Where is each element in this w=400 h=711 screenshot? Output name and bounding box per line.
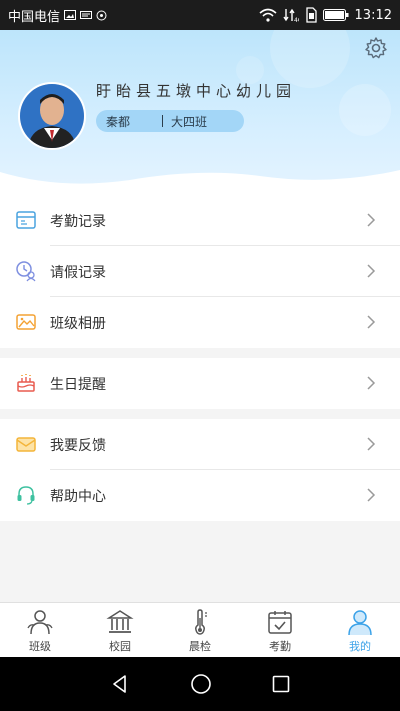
message-notification-icon	[80, 11, 93, 19]
tab-label: 考勤	[269, 640, 291, 653]
status-bar: 中国电信 4G 13:12	[0, 0, 400, 30]
menu-label: 请假记录	[50, 264, 106, 281]
chevron-right-icon	[367, 213, 376, 227]
attendance-record-icon	[16, 211, 36, 229]
svg-text:4G: 4G	[294, 17, 299, 23]
tab-label: 校园	[109, 640, 131, 653]
menu-group-records: 考勤记录 请假记录 班级相册	[0, 195, 400, 348]
leave-record-icon	[16, 261, 36, 282]
menu-label: 生日提醒	[50, 376, 106, 393]
home-icon[interactable]	[190, 673, 212, 695]
sim-icon	[305, 7, 317, 23]
menu-label: 班级相册	[50, 315, 106, 332]
menu-item-leave-record[interactable]: 请假记录	[0, 246, 400, 297]
menu-item-feedback[interactable]: 我要反馈	[0, 419, 400, 470]
tab-mine[interactable]: 我的	[320, 603, 400, 658]
clock: 13:12	[354, 7, 392, 23]
feedback-mail-icon	[16, 437, 36, 452]
chevron-right-icon	[367, 488, 376, 502]
chevron-right-icon	[367, 437, 376, 451]
help-headset-icon	[17, 486, 35, 505]
menu-group-birthday: 生日提醒	[0, 358, 400, 409]
recents-icon[interactable]	[272, 675, 290, 693]
menu-label: 帮助中心	[50, 488, 106, 505]
chevron-right-icon	[367, 376, 376, 390]
menu-item-class-album[interactable]: 班级相册	[0, 297, 400, 348]
menu-item-help-center[interactable]: 帮助中心	[0, 470, 400, 521]
tab-label: 我的	[349, 640, 371, 653]
menu-group-support: 我要反馈 帮助中心	[0, 419, 400, 521]
tab-label: 晨检	[189, 640, 211, 653]
menu-item-attendance-record[interactable]: 考勤记录	[0, 195, 400, 246]
back-icon[interactable]	[110, 674, 130, 694]
tab-label: 班级	[29, 640, 51, 653]
bottom-tab-bar: 班级 校园 晨检 考勤 我的	[0, 602, 400, 658]
menu-label: 我要反馈	[50, 437, 106, 454]
wifi-icon	[259, 8, 277, 22]
birthday-cake-icon	[17, 374, 35, 392]
menu-item-birthday-reminder[interactable]: 生日提醒	[0, 358, 400, 409]
system-navigation-bar	[0, 657, 400, 711]
app-notification-icon	[96, 10, 107, 20]
tab-attendance[interactable]: 考勤	[240, 603, 320, 658]
tab-morning-check[interactable]: 晨检	[160, 603, 240, 658]
carrier-label: 中国电信	[8, 9, 61, 25]
battery-icon	[322, 9, 349, 21]
tab-campus[interactable]: 校园	[80, 603, 160, 658]
chevron-right-icon	[367, 315, 376, 329]
photo-album-icon	[16, 314, 36, 330]
class-icon	[27, 610, 53, 635]
image-notification-icon	[64, 10, 77, 20]
data-transfer-icon: 4G	[282, 8, 299, 23]
tab-class[interactable]: 班级	[0, 603, 80, 658]
campus-icon	[106, 610, 134, 633]
calendar-check-icon	[268, 611, 292, 634]
user-profile-icon	[348, 610, 372, 636]
menu-label: 考勤记录	[50, 213, 106, 230]
chevron-right-icon	[367, 264, 376, 278]
thermometer-icon	[195, 609, 207, 635]
